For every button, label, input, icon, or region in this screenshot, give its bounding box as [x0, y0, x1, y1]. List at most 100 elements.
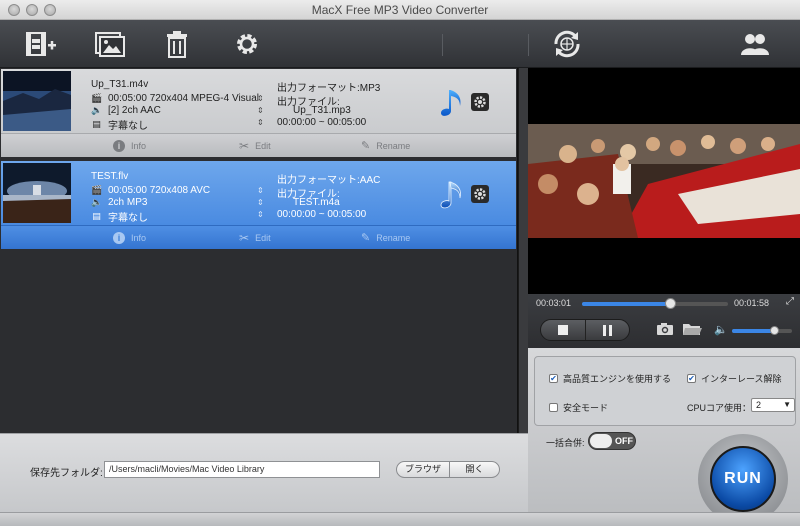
edit-button[interactable]: ✂ Edit: [239, 139, 271, 153]
edit-button[interactable]: ✂ Edit: [239, 231, 271, 245]
add-photo-icon: [95, 32, 125, 57]
time-range: 00:00:00 ~ 00:05:00: [277, 117, 367, 128]
playback-buttons: [540, 319, 630, 341]
output-file-name: Up_T31.mp3: [293, 105, 351, 116]
audio-track-select[interactable]: 🔈 2ch MP3: [91, 197, 147, 208]
settings-button[interactable]: [230, 28, 264, 60]
file-row-selected[interactable]: TEST.flv 🎬 00:05:00 720x408 AVC 🔈 2ch MP3 …: [1, 161, 516, 249]
volume-icon: 🔈: [714, 324, 728, 336]
updown-arrows-icon: ⇕: [257, 106, 264, 115]
rename-icon: ✎: [361, 140, 371, 152]
output-settings-button[interactable]: [471, 185, 489, 203]
updown-arrows-icon: ⇕: [257, 198, 264, 207]
deinterlace-checkbox[interactable]: ✔ インターレース解除: [687, 372, 782, 385]
update-icon: [554, 30, 580, 58]
safe-mode-checkbox[interactable]: 安全モード: [549, 401, 608, 414]
elapsed-time: 00:03:01: [536, 298, 572, 308]
list-scrollbar[interactable]: [518, 68, 528, 433]
time-range: 00:00:00 ~ 00:05:00: [277, 209, 367, 220]
folder-icon: [683, 324, 702, 335]
updown-arrows-icon: ⇕: [257, 118, 264, 127]
info-button[interactable]: i Info: [113, 231, 146, 244]
rename-icon: ✎: [361, 232, 371, 244]
account-button[interactable]: [738, 28, 772, 60]
file-name: TEST.flv: [91, 171, 129, 182]
open-folder-button[interactable]: 開く: [450, 461, 500, 478]
output-format: 出力フォーマット:AAC: [277, 175, 381, 186]
video-info: 🎬 00:05:00 720x404 MPEG-4 Visual: [91, 93, 260, 104]
open-folder-button[interactable]: [682, 322, 702, 339]
snapshot-button[interactable]: [656, 322, 674, 339]
toolbar: [0, 20, 800, 68]
status-footer: [0, 512, 800, 526]
seek-slider[interactable]: [582, 298, 728, 309]
rename-button[interactable]: ✎ Rename: [361, 139, 410, 152]
speaker-icon: 🔈: [91, 197, 103, 207]
video-preview: [528, 68, 800, 294]
seek-handle[interactable]: [664, 298, 676, 309]
output-format: 出力フォーマット:MP3: [277, 83, 381, 94]
toolbar-separator: [442, 34, 443, 56]
player-controls: 00:03:01 00:01:58 ⤢ 🔈: [528, 294, 800, 348]
subtitle-icon: ▤: [92, 119, 101, 129]
gear-icon: [474, 96, 486, 108]
cpu-core-label: CPUコア使用：: [687, 403, 752, 413]
music-note-icon[interactable]: [438, 86, 468, 120]
volume-slider[interactable]: [732, 326, 792, 335]
file-list: Up_T31.m4v 🎬 00:05:00 720x404 MPEG-4 Visu…: [0, 68, 518, 433]
merge-toggle[interactable]: OFF: [588, 432, 636, 450]
subtitle-icon: ▤: [92, 211, 101, 221]
fullscreen-icon[interactable]: ⤢: [786, 296, 794, 307]
stop-icon: [557, 325, 568, 335]
video-thumbnail: [3, 163, 71, 223]
row-action-bar: i Info ✂ Edit ✎ Rename: [1, 225, 516, 249]
trash-icon: [167, 31, 187, 58]
options-panel: ✔ 高品質エンジンを使用する ✔ インターレース解除 安全モード CPUコア使用： …: [528, 348, 800, 526]
run-button-bezel: RUN: [698, 434, 788, 524]
row-action-bar: i Info ✂ Edit ✎ Rename: [1, 133, 516, 157]
gear-icon: [237, 34, 257, 54]
checkbox: ✔: [549, 374, 558, 383]
add-photo-button[interactable]: [92, 28, 126, 60]
subtitle-select[interactable]: ▤ 字幕なし: [91, 117, 148, 132]
checkbox: ✔: [687, 374, 696, 383]
subtitle-select[interactable]: ▤ 字幕なし: [91, 209, 148, 224]
checkbox: [549, 403, 558, 412]
output-file-name: TEST.m4a: [293, 197, 340, 208]
hq-engine-checkbox[interactable]: ✔ 高品質エンジンを使用する: [549, 372, 671, 385]
users-icon: [741, 34, 769, 55]
volume-level: [732, 329, 774, 333]
window-title: MacX Free MP3 Video Converter: [311, 3, 489, 17]
volume-handle[interactable]: [770, 326, 779, 335]
video-info: 🎬 00:05:00 720x408 AVC: [91, 185, 211, 196]
audio-track-select[interactable]: 🔈 [2] 2ch AAC: [91, 105, 161, 116]
merge-label: 一括合併:: [546, 438, 585, 448]
music-note-icon[interactable]: [438, 178, 468, 212]
rename-button[interactable]: ✎ Rename: [361, 231, 410, 244]
speaker-icon: 🔈: [91, 105, 103, 115]
file-row[interactable]: Up_T31.m4v 🎬 00:05:00 720x404 MPEG-4 Visu…: [1, 69, 516, 157]
cpu-core-select[interactable]: 2 ▼: [751, 398, 795, 412]
output-settings-button[interactable]: [471, 93, 489, 111]
output-folder-path[interactable]: /Users/macli/Movies/Mac Video Library: [104, 461, 380, 478]
film-icon: 🎬: [91, 185, 103, 195]
updown-arrows-icon: ⇕: [257, 186, 264, 195]
output-folder-label: 保存先フォルダ:: [30, 468, 103, 479]
add-video-button[interactable]: [24, 28, 58, 60]
run-button[interactable]: RUN: [710, 446, 776, 512]
updown-arrows-icon: ⇕: [257, 210, 264, 219]
delete-button[interactable]: [160, 28, 194, 60]
toggle-knob: [590, 434, 612, 448]
update-button[interactable]: [550, 28, 584, 60]
browse-button[interactable]: ブラウザ: [396, 461, 450, 478]
scissors-icon: ✂: [239, 230, 250, 245]
info-icon: i: [113, 231, 125, 244]
info-button[interactable]: i Info: [113, 139, 146, 152]
options-box: ✔ 高品質エンジンを使用する ✔ インターレース解除 安全モード CPUコア使用： …: [534, 356, 796, 426]
camera-icon: [657, 323, 673, 335]
updown-arrows-icon: ⇕: [257, 94, 264, 103]
file-name: Up_T31.m4v: [91, 79, 149, 90]
stop-button[interactable]: [541, 320, 585, 340]
seek-progress: [582, 302, 670, 306]
pause-button[interactable]: [584, 320, 630, 340]
